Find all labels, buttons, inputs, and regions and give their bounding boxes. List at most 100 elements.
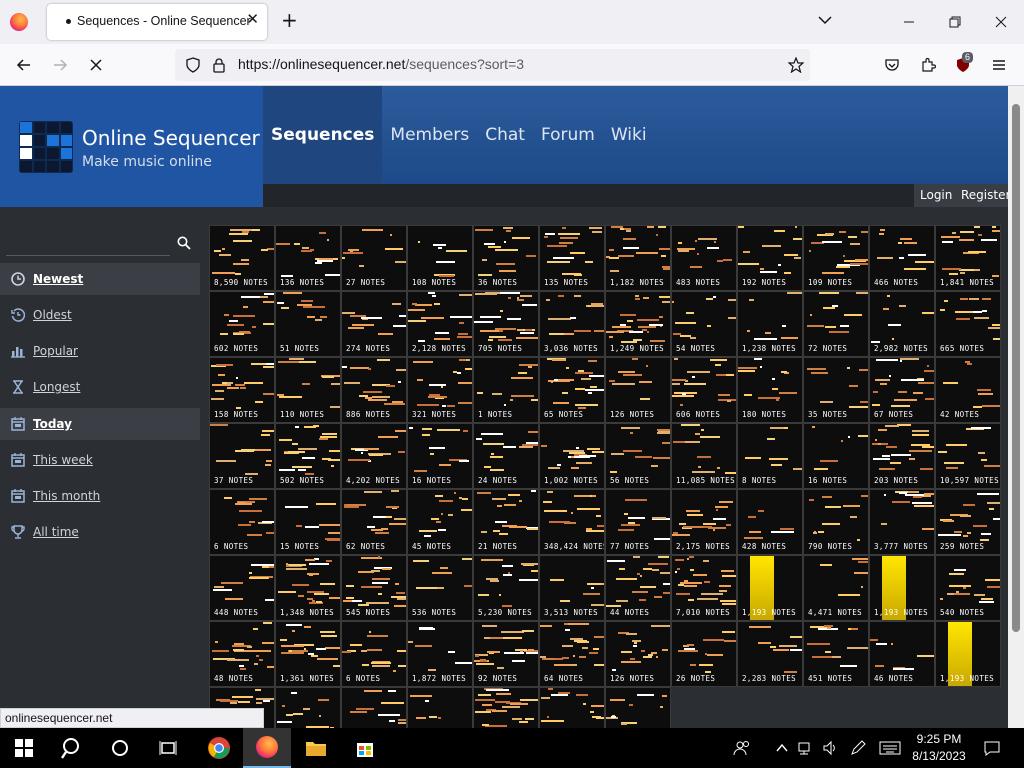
sequence-thumbnail[interactable]: 24 NOTES bbox=[473, 423, 539, 489]
new-tab-icon[interactable]: + bbox=[281, 10, 298, 30]
sequence-thumbnail[interactable]: 26 NOTES bbox=[671, 621, 737, 687]
url-bar[interactable]: https://onlinesequencer.net/sequences?so… bbox=[175, 49, 810, 81]
sequence-thumbnail[interactable]: 36 NOTES bbox=[473, 225, 539, 291]
minimize-icon[interactable] bbox=[886, 0, 932, 44]
sequence-thumbnail[interactable]: 126 NOTES bbox=[605, 357, 671, 423]
sequence-thumbnail[interactable]: 48 NOTES bbox=[209, 621, 275, 687]
people-icon[interactable] bbox=[722, 728, 762, 768]
sequence-thumbnail[interactable]: 10,597 NOTES bbox=[935, 423, 1001, 489]
sequence-thumbnail[interactable]: 27 NOTES bbox=[341, 225, 407, 291]
sequence-thumbnail[interactable]: 135 NOTES bbox=[539, 225, 605, 291]
sequence-thumbnail[interactable]: 606 NOTES bbox=[671, 357, 737, 423]
pocket-icon[interactable] bbox=[882, 55, 902, 75]
nav-members[interactable]: Members bbox=[382, 86, 477, 184]
store-icon[interactable] bbox=[341, 728, 389, 768]
sequence-thumbnail[interactable]: 7,010 NOTES bbox=[671, 555, 737, 621]
sequence-thumbnail[interactable]: 110 NOTES bbox=[275, 357, 341, 423]
forward-icon[interactable] bbox=[50, 55, 70, 75]
cortana-icon[interactable] bbox=[96, 728, 144, 768]
sequence-thumbnail[interactable]: 348,424 NOTES bbox=[539, 489, 605, 555]
sequence-thumbnail[interactable]: 16 NOTES bbox=[407, 423, 473, 489]
sidebar-item-oldest[interactable]: Oldest bbox=[0, 299, 200, 331]
sequence-thumbnail[interactable]: 15 NOTES bbox=[275, 489, 341, 555]
sequence-thumbnail[interactable]: 466 NOTES bbox=[869, 225, 935, 291]
sidebar-item-popular[interactable]: Popular bbox=[0, 335, 200, 367]
search-input[interactable] bbox=[6, 231, 170, 256]
file-explorer-icon[interactable] bbox=[292, 728, 340, 768]
sequence-thumbnail[interactable]: 1,002 NOTES bbox=[539, 423, 605, 489]
sidebar-item-all-time[interactable]: All time bbox=[0, 516, 200, 548]
sequence-thumbnail[interactable]: 51 NOTES bbox=[275, 291, 341, 357]
browser-tab[interactable]: Sequences - Online Sequencer ✕ bbox=[47, 4, 267, 40]
sequence-thumbnail[interactable]: 77 NOTES bbox=[605, 489, 671, 555]
sequence-thumbnail[interactable]: 126 NOTES bbox=[605, 621, 671, 687]
sequence-thumbnail[interactable]: 109 NOTES bbox=[803, 225, 869, 291]
sequence-thumbnail[interactable] bbox=[473, 687, 539, 728]
tab-close-icon[interactable]: ✕ bbox=[246, 10, 259, 28]
sequence-thumbnail[interactable]: 8,590 NOTES bbox=[209, 225, 275, 291]
sequence-thumbnail[interactable]: 4,471 NOTES bbox=[803, 555, 869, 621]
sequence-thumbnail[interactable]: 2,982 NOTES bbox=[869, 291, 935, 357]
menu-icon[interactable] bbox=[989, 55, 1009, 75]
sequence-thumbnail[interactable]: 6 NOTES bbox=[209, 489, 275, 555]
sequence-thumbnail[interactable] bbox=[341, 687, 407, 728]
sequence-thumbnail[interactable]: 21 NOTES bbox=[473, 489, 539, 555]
sequence-thumbnail[interactable]: 92 NOTES bbox=[473, 621, 539, 687]
sequence-thumbnail[interactable]: 16 NOTES bbox=[803, 423, 869, 489]
search-icon[interactable] bbox=[48, 728, 96, 768]
sequence-thumbnail[interactable]: 1,872 NOTES bbox=[407, 621, 473, 687]
sequence-thumbnail[interactable]: 1,361 NOTES bbox=[275, 621, 341, 687]
sequence-thumbnail[interactable]: 136 NOTES bbox=[275, 225, 341, 291]
sequence-thumbnail[interactable]: 1,193 NOTES bbox=[737, 555, 803, 621]
sequence-thumbnail[interactable]: 46 NOTES bbox=[869, 621, 935, 687]
sequence-thumbnail[interactable]: 602 NOTES bbox=[209, 291, 275, 357]
sequence-thumbnail[interactable]: 705 NOTES bbox=[473, 291, 539, 357]
scroll-thumb[interactable] bbox=[1012, 104, 1020, 632]
sequence-thumbnail[interactable]: 3,036 NOTES bbox=[539, 291, 605, 357]
sequence-thumbnail[interactable]: 108 NOTES bbox=[407, 225, 473, 291]
sequence-thumbnail[interactable]: 1,348 NOTES bbox=[275, 555, 341, 621]
sequence-thumbnail[interactable] bbox=[539, 687, 605, 728]
sequence-thumbnail[interactable]: 428 NOTES bbox=[737, 489, 803, 555]
sequence-thumbnail[interactable]: 8 NOTES bbox=[737, 423, 803, 489]
sequence-thumbnail[interactable]: 536 NOTES bbox=[407, 555, 473, 621]
sequence-thumbnail[interactable]: 3,513 NOTES bbox=[539, 555, 605, 621]
sequence-thumbnail[interactable]: 2,128 NOTES bbox=[407, 291, 473, 357]
sequence-thumbnail[interactable]: 4,202 NOTES bbox=[341, 423, 407, 489]
register-link[interactable]: Register bbox=[955, 184, 1008, 207]
nav-forum[interactable]: Forum bbox=[533, 86, 603, 184]
sequence-thumbnail[interactable]: 44 NOTES bbox=[605, 555, 671, 621]
firefox-icon[interactable] bbox=[10, 13, 28, 31]
sequence-thumbnail[interactable]: 35 NOTES bbox=[803, 357, 869, 423]
nav-wiki[interactable]: Wiki bbox=[603, 86, 655, 184]
sequence-thumbnail[interactable]: 2,175 NOTES bbox=[671, 489, 737, 555]
pen-icon[interactable] bbox=[844, 728, 872, 768]
bookmark-star-icon[interactable] bbox=[786, 55, 806, 75]
sequence-thumbnail[interactable] bbox=[407, 687, 473, 728]
login-link[interactable]: Login bbox=[914, 184, 959, 207]
restore-icon[interactable] bbox=[932, 0, 978, 44]
windows-start-icon[interactable] bbox=[0, 728, 48, 768]
shield-icon[interactable] bbox=[183, 55, 203, 75]
extensions-icon[interactable] bbox=[918, 55, 938, 75]
sequence-thumbnail[interactable]: 72 NOTES bbox=[803, 291, 869, 357]
chrome-icon[interactable] bbox=[195, 728, 243, 768]
sequence-thumbnail[interactable]: 665 NOTES bbox=[935, 291, 1001, 357]
sequence-thumbnail[interactable]: 56 NOTES bbox=[605, 423, 671, 489]
sequence-thumbnail[interactable]: 45 NOTES bbox=[407, 489, 473, 555]
sequence-thumbnail[interactable]: 274 NOTES bbox=[341, 291, 407, 357]
sequence-thumbnail[interactable]: 67 NOTES bbox=[869, 357, 935, 423]
sequence-thumbnail[interactable]: 1,841 NOTES bbox=[935, 225, 1001, 291]
sequence-thumbnail[interactable]: 42 NOTES bbox=[935, 357, 1001, 423]
sequence-thumbnail[interactable]: 886 NOTES bbox=[341, 357, 407, 423]
sidebar-item-longest[interactable]: Longest bbox=[0, 371, 200, 403]
sequence-thumbnail[interactable]: 11,085 NOTES bbox=[671, 423, 737, 489]
sequence-thumbnail[interactable] bbox=[605, 687, 671, 728]
lock-icon[interactable] bbox=[209, 55, 229, 75]
sequence-thumbnail[interactable]: 64 NOTES bbox=[539, 621, 605, 687]
clock[interactable]: 9:25 PM 8/13/2023 bbox=[910, 731, 968, 765]
task-view-icon[interactable] bbox=[144, 728, 192, 768]
nav-sequences[interactable]: Sequences bbox=[263, 86, 383, 184]
sequence-thumbnail[interactable]: 451 NOTES bbox=[803, 621, 869, 687]
sidebar-item-today[interactable]: Today bbox=[0, 408, 200, 440]
